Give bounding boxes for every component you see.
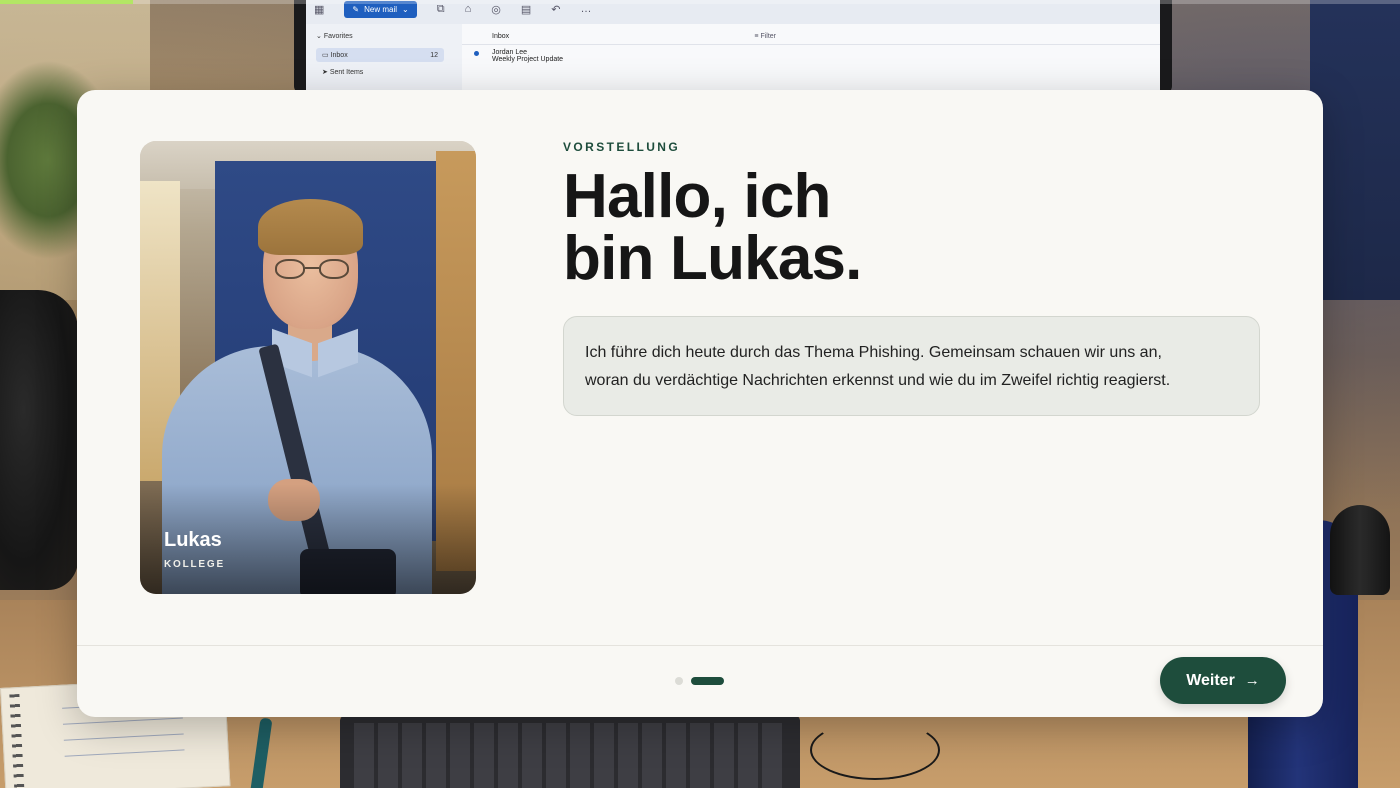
compose-icon: ✎: [352, 4, 360, 14]
unread-dot: [474, 51, 479, 56]
progress-bar: [0, 0, 1400, 4]
favorites-header: ⌄ Favorites: [316, 33, 353, 40]
filter-control: ≡ Filter: [754, 33, 776, 40]
folder-inbox: ▭ Inbox 12: [316, 48, 444, 62]
inbox-icon: ▭: [322, 52, 329, 59]
headline-line-2: bin Lukas.: [563, 224, 862, 293]
shield-icon: ◎: [491, 3, 501, 16]
intro-card: Lukas KOLLEGE VORSTELLUNG Hallo, ich bin…: [77, 90, 1323, 717]
intro-text-line-1: Ich führe dich heute durch das Thema Phi…: [585, 344, 1162, 361]
backpack: [0, 290, 78, 590]
pagination-dot-2-active[interactable]: [691, 677, 724, 685]
folder-sent: ➤ Sent Items: [322, 69, 364, 76]
mail-sender: Jordan Lee: [492, 49, 528, 56]
archive-icon: ⌂: [464, 3, 472, 15]
next-button-label: Weiter: [1186, 671, 1235, 689]
laptop-keyboard: [340, 715, 800, 788]
more-icon: …: [580, 3, 592, 15]
next-button[interactable]: Weiter →: [1160, 657, 1286, 704]
section-eyebrow: VORSTELLUNG: [563, 140, 681, 154]
undo-icon: ↶: [551, 3, 561, 16]
wall-panel: [1310, 0, 1400, 300]
new-mail-label: New mail: [364, 4, 398, 14]
progress-fill: [0, 0, 133, 4]
filter-icon: ≡: [754, 33, 759, 40]
intro-content: VORSTELLUNG Hallo, ich bin Lukas. Ich fü…: [563, 140, 1263, 416]
character-name: Lukas: [164, 529, 222, 551]
mail-client: ▦ ✎ New mail ⌄ ⧉ ⌂ ◎ ▤ ↶ … ⌄ Favorites ▭…: [306, 0, 1160, 94]
monitor: ▦ ✎ New mail ⌄ ⧉ ⌂ ◎ ▤ ↶ … ⌄ Favorites ▭…: [294, 0, 1172, 94]
glasses-icon: [275, 259, 349, 281]
arrow-right-icon: →: [1244, 672, 1260, 689]
calendar-icon: ▦: [314, 3, 325, 16]
character-portrait: Lukas KOLLEGE: [140, 141, 476, 594]
move-icon: ▤: [520, 3, 532, 16]
pagination-dots: [675, 677, 724, 685]
mail-item: Jordan Lee Weekly Project Update: [462, 45, 1160, 67]
page-title: Hallo, ich bin Lukas.: [563, 166, 1083, 290]
pagination-dot-1[interactable]: [675, 677, 683, 685]
headline-line-1: Hallo, ich: [563, 162, 831, 231]
send-icon: ➤: [322, 69, 328, 76]
mail-list-header: Inbox ≡ Filter: [462, 24, 1160, 45]
mail-list: Inbox ≡ Filter Jordan Lee Weekly Project…: [462, 24, 1160, 94]
mail-subject: Weekly Project Update: [492, 56, 564, 63]
footer-divider: [77, 645, 1323, 646]
speech-bubble: Ich führe dich heute durch das Thema Phi…: [563, 316, 1260, 416]
copy-icon: ⧉: [436, 2, 445, 15]
character-role: KOLLEGE: [164, 559, 225, 570]
bottle-cap: [1330, 505, 1390, 595]
cable: [810, 720, 940, 780]
mail-sidebar: ⌄ Favorites ▭ Inbox 12 ➤ Sent Items: [306, 24, 454, 94]
intro-text-line-2: woran du verdächtige Nachrichten erkenns…: [585, 371, 1171, 389]
mail-list-title: Inbox: [492, 33, 510, 40]
chevron-down-icon: ⌄: [402, 4, 409, 14]
unread-count: 12: [430, 51, 438, 59]
